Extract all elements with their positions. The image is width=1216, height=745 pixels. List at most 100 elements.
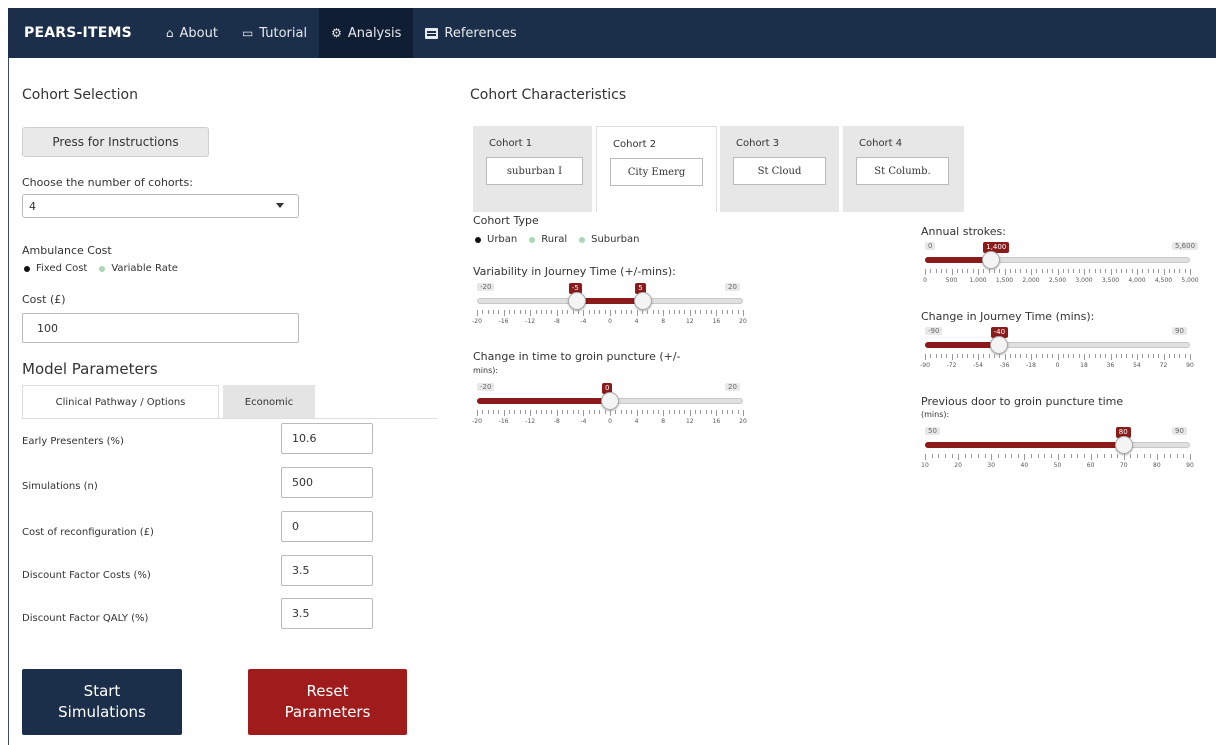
cohort-4-name-input[interactable]: St Columb. bbox=[856, 157, 949, 185]
cohort-3-name-input[interactable]: St Cloud bbox=[733, 157, 826, 185]
tick-mark bbox=[743, 410, 744, 416]
tick-mark bbox=[716, 410, 718, 416]
tab-cohort-1[interactable]: Cohort 1 suburban I bbox=[473, 126, 592, 212]
tick-label: -12 bbox=[525, 418, 536, 425]
simulations-input[interactable]: 500 bbox=[281, 467, 373, 498]
nav-analysis[interactable]: ⚙ Analysis bbox=[319, 8, 414, 58]
tick-mark bbox=[993, 354, 995, 358]
door-handle[interactable] bbox=[1114, 436, 1133, 454]
tick-mark bbox=[940, 354, 942, 358]
cohort-2-name-input[interactable]: City Emerg bbox=[610, 158, 703, 186]
brand-title[interactable]: PEARS-ITEMS bbox=[24, 25, 132, 41]
tab-economic[interactable]: Economic bbox=[223, 385, 315, 419]
tick-mark bbox=[477, 410, 478, 416]
tab-cohort-3-label: Cohort 3 bbox=[736, 138, 780, 149]
variability-handle[interactable] bbox=[567, 292, 586, 310]
cohort-type-radio-group: Urban Rural Suburban bbox=[473, 234, 649, 245]
radio-urban[interactable]: Urban bbox=[473, 234, 517, 245]
door-max-label: 90 bbox=[1172, 427, 1187, 435]
tick-mark bbox=[519, 310, 521, 314]
tick-mark bbox=[946, 269, 948, 273]
tick-mark bbox=[940, 269, 942, 273]
tab-cohort-2-label: Cohort 2 bbox=[613, 139, 657, 150]
tick-mark bbox=[567, 410, 569, 414]
radio-rural-label: Rural bbox=[541, 234, 568, 245]
tick-mark bbox=[567, 310, 569, 314]
discount-costs-input[interactable]: 3.5 bbox=[281, 555, 373, 586]
reconfiguration-cost-input[interactable]: 0 bbox=[281, 511, 373, 542]
tick-mark bbox=[1036, 269, 1038, 273]
tick-mark bbox=[684, 410, 686, 414]
tick-label: -4 bbox=[580, 318, 587, 325]
radio-rural[interactable]: Rural bbox=[527, 234, 567, 245]
discount-qaly-input[interactable]: 3.5 bbox=[281, 598, 373, 629]
tick-mark bbox=[1147, 354, 1149, 358]
groin-slider-label: Change in time to groin puncture (+/- bbox=[473, 350, 681, 363]
num-cohorts-value: 4 bbox=[29, 199, 36, 213]
journey-slider-label: Change in Journey Time (mins): bbox=[921, 310, 1095, 323]
tick-mark bbox=[1017, 454, 1019, 458]
tick-mark bbox=[1094, 269, 1096, 273]
start-simulations-button[interactable]: Start Simulations bbox=[22, 669, 182, 735]
radio-fixed-cost[interactable]: Fixed Cost bbox=[22, 263, 87, 274]
tick-label: 1,500 bbox=[995, 277, 1014, 284]
tick-mark bbox=[572, 410, 574, 414]
early-presenters-input[interactable]: 10.6 bbox=[281, 423, 373, 454]
tick-mark bbox=[492, 310, 494, 314]
tick-mark bbox=[583, 410, 585, 416]
tab-clinical-pathway[interactable]: Clinical Pathway / Options bbox=[22, 385, 219, 419]
tick-mark bbox=[546, 410, 548, 414]
tick-mark bbox=[1044, 454, 1046, 458]
tab-cohort-3[interactable]: Cohort 3 St Cloud bbox=[720, 126, 839, 212]
variability-handle[interactable] bbox=[634, 292, 653, 310]
annual-handle[interactable] bbox=[982, 251, 1001, 269]
door-fill bbox=[925, 442, 1124, 448]
cohort-1-name-input[interactable]: suburban I bbox=[486, 157, 583, 185]
radio-selected-icon bbox=[475, 236, 481, 243]
tab-cohort-2[interactable]: Cohort 2 City Emerg bbox=[596, 126, 717, 212]
tick-mark bbox=[1015, 269, 1017, 273]
groin-handle[interactable] bbox=[601, 392, 619, 410]
tick-mark bbox=[978, 454, 979, 458]
nav-references[interactable]: References bbox=[413, 8, 528, 58]
radio-suburban[interactable]: Suburban bbox=[577, 234, 639, 245]
instructions-button[interactable]: Press for Instructions bbox=[22, 127, 209, 157]
tick-mark bbox=[673, 310, 675, 314]
tick-mark bbox=[1052, 269, 1054, 273]
nav-tutorial[interactable]: ▭ Tutorial bbox=[230, 8, 319, 58]
tick-label: -8 bbox=[553, 418, 560, 425]
groin-min-label: -20 bbox=[477, 383, 495, 391]
radio-variable-rate[interactable]: Variable Rate bbox=[97, 263, 178, 274]
tick-mark bbox=[551, 410, 553, 414]
reset-parameters-button[interactable]: Reset Parameters bbox=[248, 669, 407, 735]
tick-mark bbox=[1174, 269, 1176, 273]
tick-mark bbox=[641, 410, 643, 414]
tick-mark bbox=[482, 310, 484, 314]
tick-mark bbox=[967, 269, 969, 273]
tick-mark bbox=[562, 410, 564, 414]
tick-mark bbox=[721, 410, 723, 414]
tick-mark bbox=[620, 310, 622, 314]
tick-mark bbox=[1190, 354, 1191, 360]
num-cohorts-select[interactable]: 4 bbox=[22, 194, 299, 218]
tick-mark bbox=[562, 310, 564, 314]
reconfiguration-cost-label: Cost of reconfiguration (£) bbox=[22, 527, 154, 538]
nav-about[interactable]: ⌂ About bbox=[154, 8, 230, 58]
tick-mark bbox=[1009, 269, 1011, 273]
cost-input[interactable]: 100 bbox=[22, 313, 299, 343]
tick-mark bbox=[1077, 454, 1079, 458]
annual-ticks bbox=[925, 269, 1191, 275]
door-ticks bbox=[925, 454, 1191, 460]
tick-mark bbox=[958, 454, 960, 460]
tick-mark bbox=[1110, 269, 1112, 275]
tick-mark bbox=[1158, 269, 1160, 273]
tick-mark bbox=[1163, 454, 1165, 458]
tab-cohort-1-label: Cohort 1 bbox=[489, 138, 533, 149]
tab-cohort-4[interactable]: Cohort 4 St Columb. bbox=[843, 126, 964, 212]
tick-label: 4 bbox=[634, 418, 639, 425]
tick-mark bbox=[983, 269, 985, 273]
tick-mark bbox=[1090, 454, 1092, 460]
radio-unselected-icon bbox=[529, 236, 536, 243]
tick-mark bbox=[984, 454, 986, 458]
journey-handle[interactable] bbox=[989, 336, 1008, 354]
